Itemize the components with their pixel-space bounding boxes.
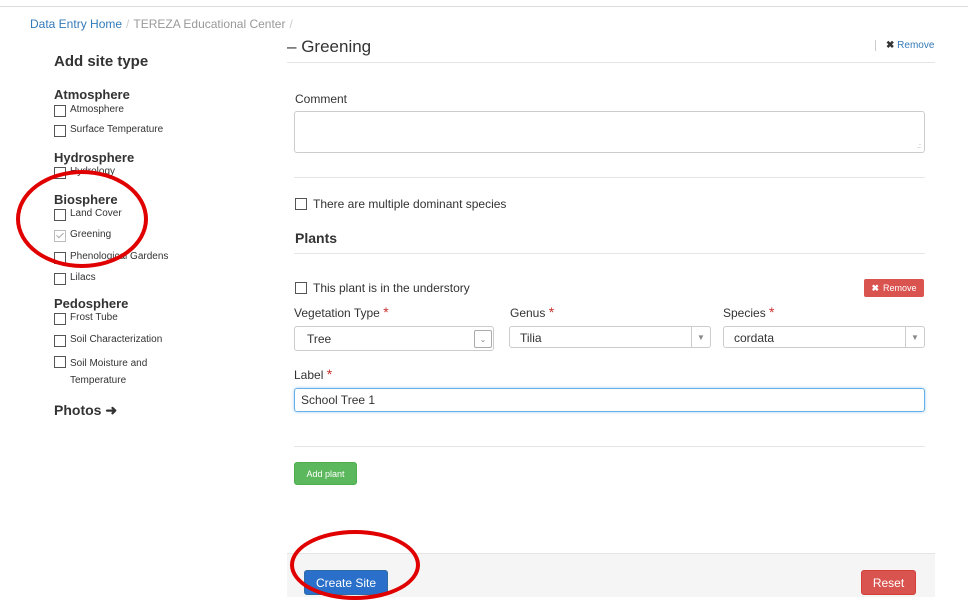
label-line-2: Temperature — [70, 375, 127, 386]
collapse-dash[interactable]: – — [287, 37, 296, 56]
checkbox[interactable] — [54, 356, 66, 368]
sidebar-item-surface-temperature[interactable]: Surface Temperature — [54, 124, 163, 137]
sidebar-item-label: Lilacs — [70, 272, 96, 283]
remove-plant-label: Remove — [883, 283, 917, 293]
checkbox[interactable] — [54, 105, 66, 117]
field-label: Genus — [510, 306, 546, 320]
remove-label: Remove — [897, 40, 935, 51]
close-icon: ✖ — [886, 40, 895, 51]
sidebar-item-frost-tube[interactable]: Frost Tube — [54, 312, 118, 325]
sidebar-item-soil-characterization[interactable]: Soil Characterization — [54, 334, 162, 347]
input-value: School Tree 1 — [301, 393, 376, 407]
understory-row[interactable]: This plant is in the understory — [295, 281, 470, 295]
photos-label: Photos — [54, 402, 102, 418]
sidebar-item-label: Frost Tube — [70, 312, 118, 323]
annotation-circle — [16, 170, 148, 268]
plants-heading: Plants — [295, 230, 338, 246]
remove-plant-button[interactable]: ✖ Remove — [864, 279, 924, 297]
divider — [287, 62, 935, 63]
vegetation-type-label: Vegetation Type * — [294, 304, 389, 320]
understory-label: This plant is in the understory — [313, 281, 470, 295]
sidebar-item-label: Soil Moisture and Temperature — [70, 355, 147, 389]
select-value: Tilia — [520, 331, 542, 345]
caret-down-icon: ▼ — [905, 327, 924, 347]
field-label: Label — [294, 368, 324, 382]
section-header[interactable]: – Greening — [287, 37, 371, 57]
breadcrumb-separator: / — [126, 17, 130, 31]
group-pedosphere: Pedosphere — [54, 296, 129, 311]
comment-textarea[interactable]: .: — [294, 111, 925, 153]
reset-button[interactable]: Reset — [861, 570, 916, 595]
sidebar-item-label: Atmosphere — [70, 104, 124, 115]
group-hydrosphere: Hydrosphere — [54, 150, 135, 165]
plant-label-label: Label * — [294, 366, 332, 382]
chevron-down-icon: ⌄ — [474, 330, 492, 348]
species-select[interactable]: cordata ▼ — [723, 326, 925, 348]
multiple-species-label: There are multiple dominant species — [313, 197, 507, 211]
understory-checkbox[interactable] — [295, 282, 307, 294]
field-label: Species — [723, 306, 766, 320]
checkbox[interactable] — [54, 335, 66, 347]
select-value: cordata — [734, 331, 775, 345]
sidebar-item-lilacs[interactable]: Lilacs — [54, 272, 96, 285]
remove-section-link[interactable]: ✖ Remove — [886, 40, 934, 51]
sidebar-title: Add site type — [54, 53, 149, 70]
field-label: Vegetation Type — [294, 306, 380, 320]
sidebar-item-label: Soil Characterization — [70, 334, 163, 345]
resize-handle-icon[interactable]: .: — [917, 143, 921, 150]
sidebar-item-soil-moisture[interactable]: Soil Moisture and Temperature — [54, 355, 147, 389]
required-mark: * — [769, 304, 775, 320]
label-line-1: Soil Moisture and — [70, 358, 148, 369]
add-plant-button[interactable]: Add plant — [294, 462, 357, 485]
comment-label: Comment — [295, 92, 348, 106]
breadcrumb-org[interactable]: TEREZA Educational Center — [133, 17, 285, 31]
genus-select[interactable]: Tilia ▼ — [509, 326, 711, 348]
multiple-species-row[interactable]: There are multiple dominant species — [295, 197, 506, 211]
sidebar-item-label: Surface Temperature — [70, 124, 164, 135]
breadcrumb-home-link[interactable]: Data Entry Home — [30, 17, 122, 31]
sidebar-item-atmosphere[interactable]: Atmosphere — [54, 104, 124, 117]
checkbox[interactable] — [54, 313, 66, 325]
divider — [294, 177, 925, 178]
group-atmosphere: Atmosphere — [54, 87, 130, 102]
caret-down-icon: ▼ — [691, 327, 710, 347]
genus-label: Genus * — [510, 304, 554, 320]
arrow-right-icon: ➜ — [105, 402, 118, 418]
top-divider — [0, 6, 968, 7]
required-mark: * — [383, 304, 389, 320]
divider — [875, 40, 876, 51]
select-value: Tree — [307, 332, 332, 346]
required-mark: * — [326, 366, 333, 382]
multiple-species-checkbox[interactable] — [295, 198, 307, 210]
vegetation-type-select[interactable]: Tree ⌄ — [294, 326, 494, 351]
annotation-circle — [290, 530, 420, 600]
section-title: Greening — [301, 37, 372, 56]
divider — [294, 446, 925, 447]
checkbox[interactable] — [54, 273, 66, 285]
breadcrumb: Data Entry Home / TEREZA Educational Cente… — [30, 17, 297, 31]
divider — [294, 253, 925, 254]
checkbox[interactable] — [54, 125, 66, 137]
species-label: Species * — [723, 304, 775, 320]
photos-link[interactable]: Photos ➜ — [54, 402, 117, 419]
required-mark: * — [548, 304, 555, 320]
breadcrumb-separator: / — [289, 17, 293, 31]
close-icon: ✖ — [871, 282, 880, 293]
plant-label-input[interactable]: School Tree 1 — [294, 388, 925, 412]
